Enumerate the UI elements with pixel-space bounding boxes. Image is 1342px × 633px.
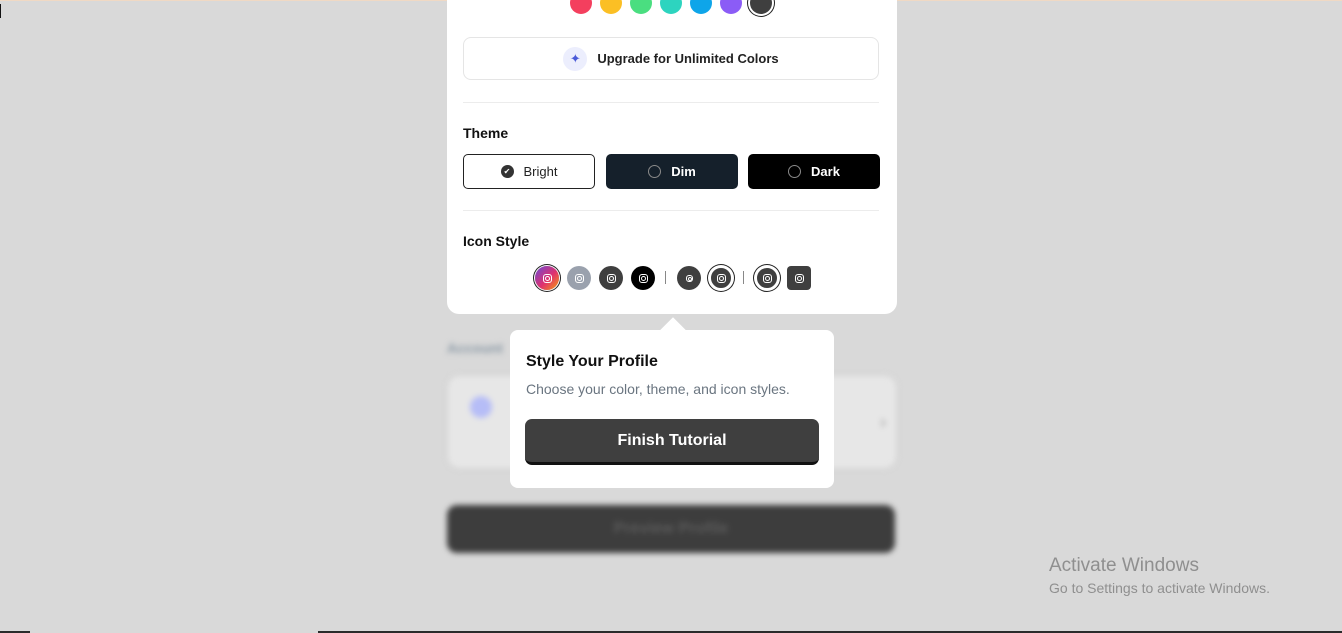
activate-windows-subtitle: Go to Settings to activate Windows. <box>1049 580 1270 596</box>
icon-style-dark-square[interactable] <box>787 266 811 290</box>
icon-style-dark-circle[interactable] <box>599 266 623 290</box>
icon-style-outlined-square[interactable] <box>755 266 779 290</box>
theme-option-label: Dim <box>671 164 696 179</box>
radio-circle-icon <box>648 165 662 178</box>
icon-style-small-dark-circle[interactable] <box>677 266 701 290</box>
upgrade-colors-button[interactable]: ✦ Upgrade for Unlimited Colors <box>463 37 879 80</box>
divider <box>463 210 879 211</box>
check-circle-icon: ✔ <box>500 165 514 178</box>
divider <box>463 102 879 103</box>
instagram-icon <box>574 273 584 283</box>
separator <box>665 271 666 284</box>
color-swatch[interactable] <box>720 0 742 14</box>
theme-title: Theme <box>463 125 509 141</box>
instagram-icon <box>716 273 726 283</box>
icon-style-title: Icon Style <box>463 233 530 249</box>
radio-circle-icon <box>788 165 802 178</box>
activate-windows-title: Activate Windows <box>1049 555 1199 576</box>
icon-style-outlined-circle[interactable] <box>709 266 733 290</box>
instagram-icon <box>794 273 804 283</box>
theme-option-dark[interactable]: Dark <box>748 154 880 189</box>
icon-style-black-circle[interactable] <box>631 266 655 290</box>
icon-style-gradient-circle[interactable] <box>535 266 559 290</box>
sparkle-icon: ✦ <box>563 46 588 71</box>
theme-option-bright[interactable]: ✔ Bright <box>463 154 595 189</box>
theme-option-label: Bright <box>523 164 558 179</box>
separator <box>743 271 744 284</box>
icon-style-gray-circle[interactable] <box>567 266 591 290</box>
instagram-icon <box>762 273 772 283</box>
color-swatch[interactable] <box>690 0 712 14</box>
upgrade-label: Upgrade for Unlimited Colors <box>597 51 779 66</box>
preview-profile-button: Preview Profile <box>447 505 895 553</box>
icon-style-options <box>532 266 812 290</box>
color-swatch[interactable] <box>660 0 682 14</box>
theme-option-dim[interactable]: Dim <box>606 154 738 189</box>
instagram-icon <box>638 273 648 283</box>
theme-option-label: Dark <box>811 164 840 179</box>
color-swatch[interactable] <box>570 0 592 14</box>
color-swatch[interactable] <box>630 0 652 14</box>
text-cursor <box>0 4 1 18</box>
instagram-icon <box>685 274 693 282</box>
tutorial-description: Choose your color, theme, and icon style… <box>526 381 790 397</box>
color-swatch[interactable] <box>750 0 772 14</box>
color-swatch[interactable] <box>600 0 622 14</box>
bg-section-heading: Account <box>447 340 503 356</box>
bg-card-icon <box>470 396 492 418</box>
instagram-icon <box>606 273 616 283</box>
instagram-icon <box>542 273 552 283</box>
finish-tutorial-button[interactable]: Finish Tutorial <box>525 419 819 465</box>
color-swatches <box>570 0 772 14</box>
chevron-right-icon: › <box>880 412 886 432</box>
tutorial-title: Style Your Profile <box>526 353 658 370</box>
